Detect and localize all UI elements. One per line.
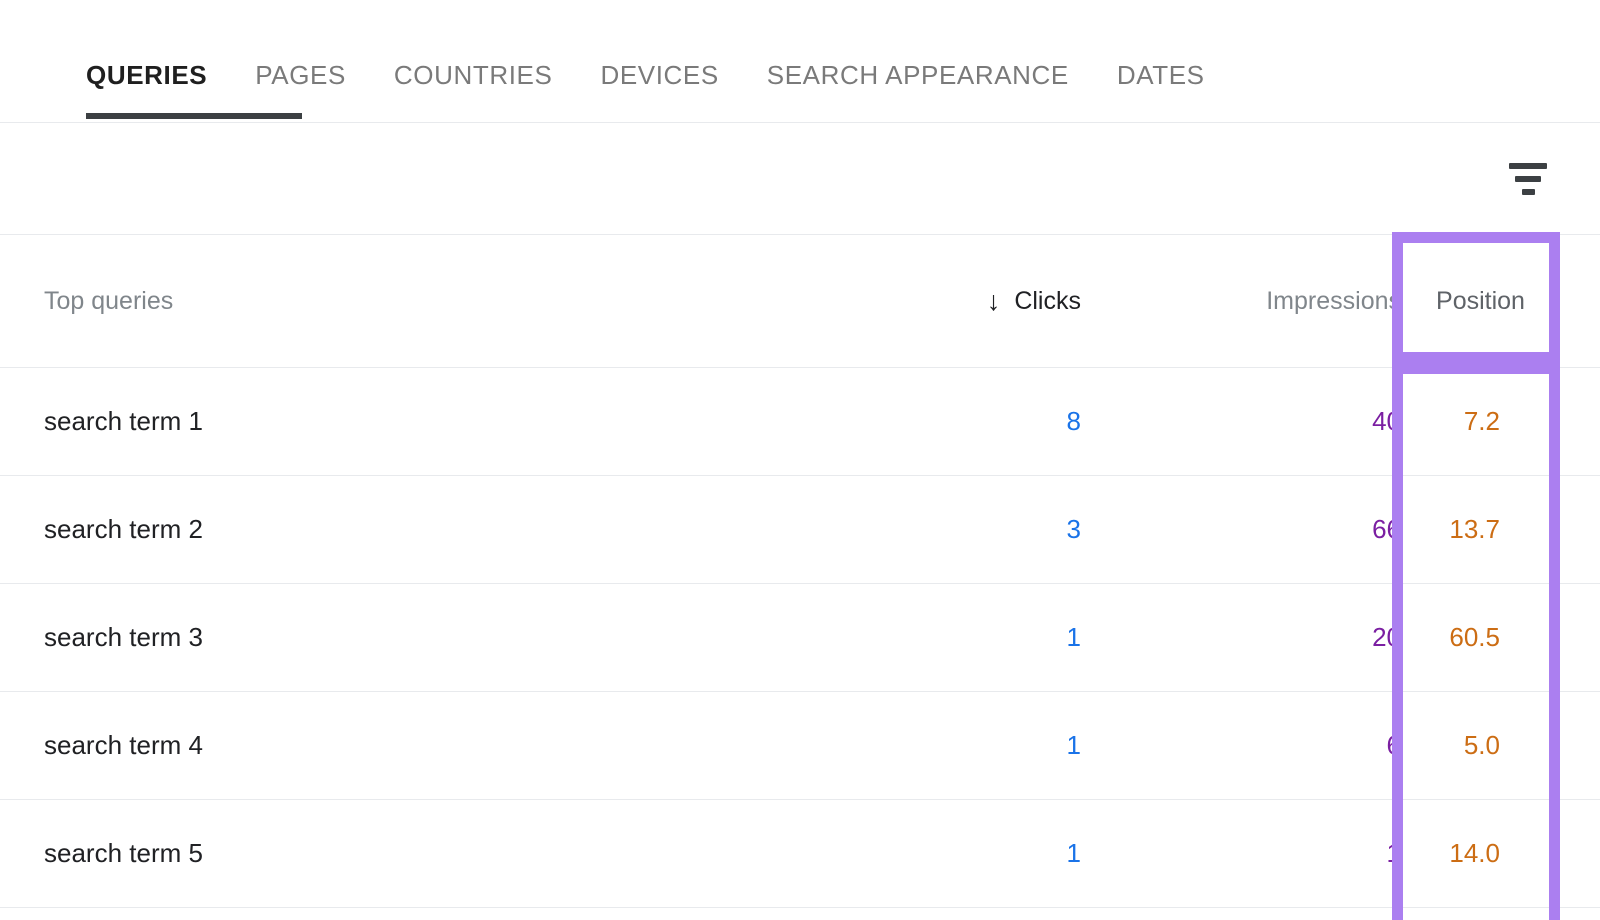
cell-position: 14.0 [1405, 838, 1556, 869]
cell-impressions: 66 [1085, 514, 1405, 545]
column-header-impressions[interactable]: Impressions [1085, 287, 1405, 316]
cell-clicks: 8 [860, 406, 1085, 437]
tab-search-appearance[interactable]: SEARCH APPEARANCE [743, 26, 1093, 123]
cell-position: 5.0 [1405, 730, 1556, 761]
column-header-clicks-label: Clicks [1014, 287, 1081, 316]
column-header-position[interactable]: Position [1405, 287, 1556, 316]
cell-query[interactable]: search term 3 [0, 622, 860, 653]
tab-pages[interactable]: PAGES [231, 26, 370, 123]
performance-table: Top queries ↓ Clicks Impressions Positio… [0, 235, 1600, 908]
tab-countries[interactable]: COUNTRIES [370, 26, 577, 123]
cell-impressions: 20 [1085, 622, 1405, 653]
column-header-clicks[interactable]: ↓ Clicks [860, 287, 1085, 316]
cell-query[interactable]: search term 4 [0, 730, 860, 761]
table-row[interactable]: search term 1 8 40 7.2 [0, 368, 1600, 476]
search-performance-panel: QUERIES PAGES COUNTRIES DEVICES SEARCH A… [0, 0, 1600, 920]
tab-dates[interactable]: DATES [1093, 26, 1229, 123]
filter-icon-bar-middle [1515, 176, 1541, 182]
cell-position: 60.5 [1405, 622, 1556, 653]
table-row[interactable]: search term 4 1 6 5.0 [0, 692, 1600, 800]
tab-queries[interactable]: QUERIES [86, 26, 231, 123]
tab-bar: QUERIES PAGES COUNTRIES DEVICES SEARCH A… [0, 0, 1600, 123]
tab-devices[interactable]: DEVICES [576, 26, 742, 123]
cell-impressions: 1 [1085, 838, 1405, 869]
cell-clicks: 3 [860, 514, 1085, 545]
table-row[interactable]: search term 3 1 20 60.5 [0, 584, 1600, 692]
cell-query[interactable]: search term 2 [0, 514, 860, 545]
column-header-top-queries[interactable]: Top queries [0, 287, 860, 316]
cell-impressions: 40 [1085, 406, 1405, 437]
cell-clicks: 1 [860, 730, 1085, 761]
table-row[interactable]: search term 5 1 1 14.0 [0, 800, 1600, 908]
table-toolbar [0, 123, 1600, 235]
active-tab-indicator [86, 113, 302, 119]
cell-clicks: 1 [860, 622, 1085, 653]
table-header-row: Top queries ↓ Clicks Impressions Positio… [0, 235, 1600, 368]
cell-query[interactable]: search term 1 [0, 406, 860, 437]
table-row[interactable]: search term 2 3 66 13.7 [0, 476, 1600, 584]
sort-descending-icon: ↓ [987, 288, 1001, 315]
cell-position: 7.2 [1405, 406, 1556, 437]
filter-icon-bar-bottom [1522, 189, 1535, 195]
cell-clicks: 1 [860, 838, 1085, 869]
cell-position: 13.7 [1405, 514, 1556, 545]
filter-icon-bar-top [1509, 163, 1547, 169]
filter-icon[interactable] [1500, 151, 1556, 207]
cell-impressions: 6 [1085, 730, 1405, 761]
cell-query[interactable]: search term 5 [0, 838, 860, 869]
